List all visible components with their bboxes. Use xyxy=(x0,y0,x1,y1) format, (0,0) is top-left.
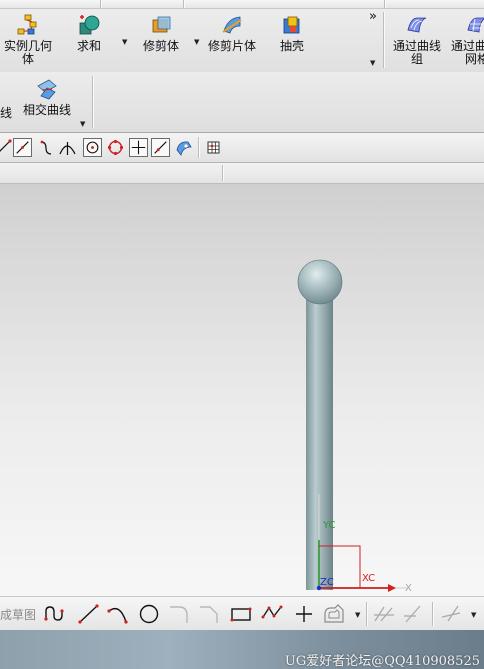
instance-geometry-icon xyxy=(17,14,37,35)
ribbon-second-row: 线 相交曲线 ▼ xyxy=(0,72,484,133)
quick-trim-icon[interactable] xyxy=(372,603,396,625)
trim-sheet-button[interactable]: 修剪片体 xyxy=(205,14,259,53)
ball-head[interactable] xyxy=(297,259,343,305)
instance-geometry-label-2: 体 xyxy=(21,52,34,66)
intersection-curve-label: 相交曲线 xyxy=(22,103,71,117)
snap-point-toolbar xyxy=(0,133,484,163)
through-curve-mesh-label-2: 网格 xyxy=(465,52,484,66)
partial-curve-label[interactable]: 线 xyxy=(0,104,12,121)
rectangle-icon[interactable] xyxy=(229,603,253,625)
trim-body-label: 修剪体 xyxy=(142,39,179,53)
shell-button[interactable]: 抽壳 xyxy=(276,14,308,53)
endpoint-snap-icon[interactable] xyxy=(0,138,13,157)
unite-button[interactable]: 求和 xyxy=(70,14,108,53)
row2-dropdown-arrow[interactable]: ▼ xyxy=(80,120,85,128)
make-corner-icon[interactable] xyxy=(440,603,464,625)
ribbon-top: 实例几何 体 求和 ▼ 修剪体 ▼ 修剪片体 抽壳 » ▼ 通过曲线 组 通过曲… xyxy=(0,0,484,73)
zc-axis-label: ZC xyxy=(320,577,334,588)
instance-geometry-button[interactable]: 实例几何 体 xyxy=(2,14,54,66)
quick-extend-icon[interactable] xyxy=(402,603,426,625)
circle-icon[interactable] xyxy=(137,603,161,625)
quadrant-snap-icon[interactable] xyxy=(106,138,125,157)
profile-icon[interactable] xyxy=(43,603,67,625)
trim-sheet-label: 修剪片体 xyxy=(207,39,256,53)
shell-icon xyxy=(283,16,300,34)
secondary-toolbar-strip xyxy=(0,163,484,184)
through-curve-mesh-button[interactable]: 通过曲 网格 xyxy=(451,14,484,66)
control-point-snap-icon[interactable] xyxy=(37,138,56,157)
trim-sheet-icon xyxy=(222,16,242,34)
graphics-viewport[interactable]: YC XC ZC X xyxy=(0,184,484,596)
unite-label: 求和 xyxy=(76,39,101,53)
fillet-icon[interactable] xyxy=(167,603,191,625)
existing-point-snap-icon[interactable] xyxy=(129,138,148,157)
point-icon[interactable] xyxy=(292,603,316,625)
intersection-curve-icon xyxy=(37,79,57,100)
through-curves-label-2: 组 xyxy=(410,52,423,66)
unite-dropdown-arrow[interactable]: ▼ xyxy=(122,38,127,46)
edit-curve-dropdown-arrow[interactable]: ▼ xyxy=(471,611,476,619)
through-curves-icon xyxy=(407,17,427,33)
ribbon-overflow-dropdown-arrow[interactable]: ▼ xyxy=(370,59,375,67)
sketch-toolbar: 成草图 ▼ ▼ xyxy=(0,596,484,631)
midpoint-snap-icon[interactable] xyxy=(13,138,32,157)
finish-sketch-label[interactable]: 成草图 xyxy=(0,606,36,623)
point-on-face-snap-icon[interactable] xyxy=(174,138,193,157)
polygon-icon[interactable] xyxy=(260,603,284,625)
unite-icon xyxy=(79,15,100,35)
arc-icon[interactable] xyxy=(106,603,130,625)
arc-center-snap-icon[interactable] xyxy=(83,138,102,157)
watermark-text: UG爱好者论坛@QQ410908525 xyxy=(284,654,480,669)
chamfer-icon[interactable] xyxy=(197,603,221,625)
offset-curve-icon[interactable] xyxy=(322,603,346,625)
intersection-snap-icon[interactable] xyxy=(58,138,77,157)
desktop-background: UG爱好者论坛@QQ410908525 xyxy=(0,630,484,669)
line-icon[interactable] xyxy=(77,603,101,625)
through-curve-mesh-icon xyxy=(467,17,484,33)
intersection-curve-button[interactable]: 相交曲线 xyxy=(20,78,74,117)
yc-axis-label: YC xyxy=(323,520,336,531)
ribbon-overflow-button[interactable]: » xyxy=(369,9,377,24)
grid-snap-icon[interactable] xyxy=(204,138,223,157)
model-canvas xyxy=(297,259,408,592)
ribbon-group-strip xyxy=(0,0,484,9)
sketch-curve-dropdown-arrow[interactable]: ▼ xyxy=(355,611,360,619)
xc-axis-label: XC xyxy=(362,573,376,584)
trim-body-dropdown-arrow[interactable]: ▼ xyxy=(194,38,199,46)
through-curves-button[interactable]: 通过曲线 组 xyxy=(389,14,445,66)
trim-body-button[interactable]: 修剪体 xyxy=(138,14,184,53)
trim-body-icon xyxy=(152,16,171,33)
x-axis-label: X xyxy=(405,583,412,594)
point-on-curve-snap-icon[interactable] xyxy=(151,138,170,157)
shell-label: 抽壳 xyxy=(279,39,304,53)
